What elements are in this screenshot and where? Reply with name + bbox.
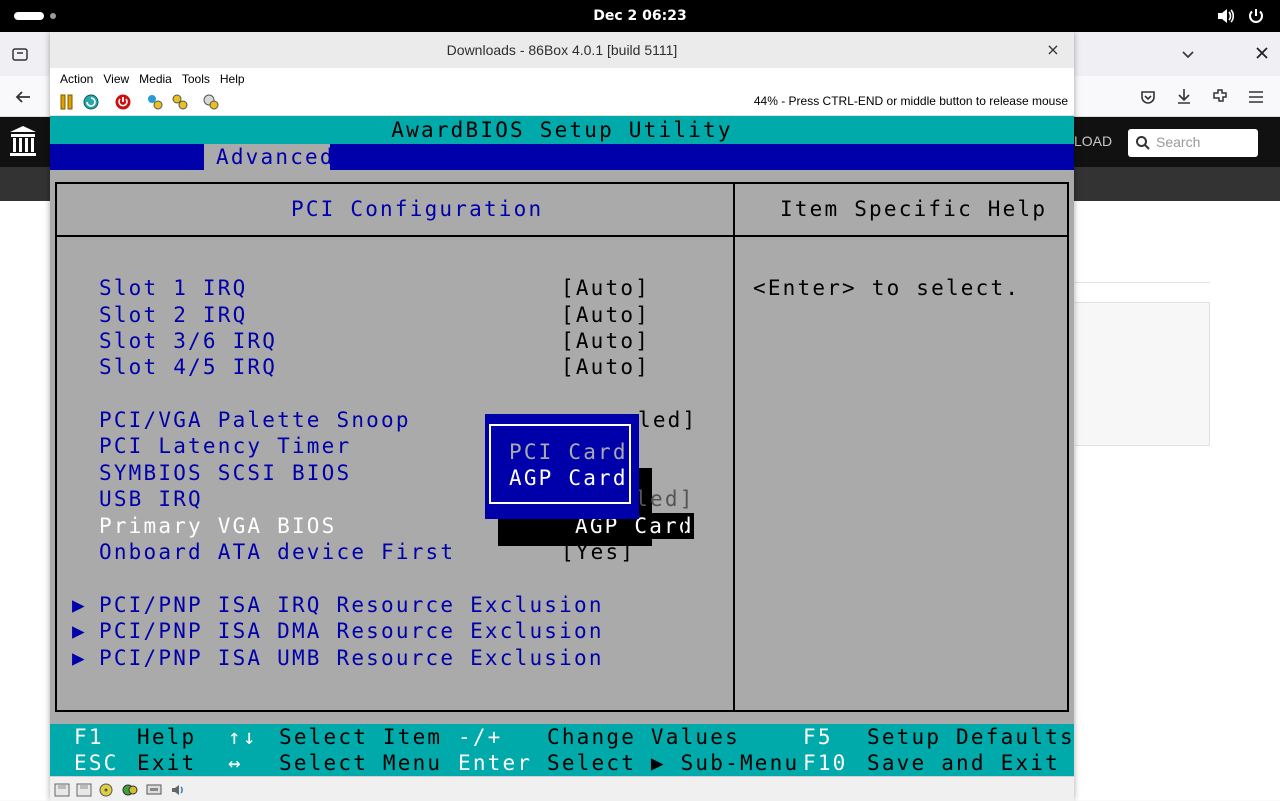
upload-link-fragment[interactable]: LOAD xyxy=(1074,133,1112,149)
item-symbios-scsi-bios[interactable]: SYMBIOS SCSI BIOS xyxy=(99,460,351,486)
menu-help[interactable]: Help xyxy=(220,69,245,89)
window-close-button[interactable]: × xyxy=(1040,37,1066,63)
submenu-umb-exclusion[interactable]: PCI/PNP ISA UMB Resource Exclusion xyxy=(99,645,604,671)
footer-desc-setup-defaults: Setup Defaults xyxy=(867,725,1074,749)
cdrom-icon[interactable] xyxy=(98,782,114,797)
hard-disk-icon[interactable] xyxy=(122,782,138,796)
menu-view[interactable]: View xyxy=(103,69,129,89)
power-off-icon[interactable] xyxy=(114,93,132,111)
item-vga-palette-snoop[interactable]: PCI/VGA Palette Snoop xyxy=(99,407,411,433)
back-arrow-icon[interactable] xyxy=(14,88,32,110)
value-vga-palette-snoop[interactable]: led] xyxy=(638,407,697,433)
value-slot2-irq[interactable]: [Auto] xyxy=(561,302,650,328)
chevron-down-icon[interactable] xyxy=(1180,46,1196,66)
footer-desc-select-menu: Select Menu xyxy=(279,751,443,775)
item-onboard-ata-first[interactable]: Onboard ATA device First xyxy=(99,539,455,565)
bios-tab-advanced-label: Advanced xyxy=(216,145,335,169)
submenu-marker-icon: ▶ xyxy=(72,619,87,643)
popup-option-agp-card[interactable]: AGP Card xyxy=(509,465,628,491)
86box-window: Downloads - 86Box 4.0.1 [build 5111] × A… xyxy=(50,32,1074,801)
tab-overview-icon[interactable] xyxy=(12,46,28,66)
footer-key-f5: F5 xyxy=(803,725,833,749)
value-slot1-irq[interactable]: [Auto] xyxy=(561,275,650,301)
ctrl-alt-del-icon[interactable] xyxy=(146,93,164,111)
downloads-icon[interactable] xyxy=(1175,87,1193,109)
footer-desc-save-exit: Save and Exit xyxy=(867,751,1060,775)
bios-header-rule xyxy=(55,235,1069,237)
item-pci-latency-timer[interactable]: PCI Latency Timer xyxy=(99,433,351,459)
menu-bar: Action View Media Tools Help xyxy=(50,68,1074,88)
floppy-drive-2-icon[interactable] xyxy=(76,782,92,797)
emulator-screen[interactable]: AwardBIOS Setup Utility Advanced PCI Con… xyxy=(50,116,1074,776)
volume-icon[interactable] xyxy=(1216,7,1236,29)
bios-panel-divider xyxy=(733,182,735,712)
reset-icon[interactable] xyxy=(82,93,100,111)
footer-desc-change-values: Change Values xyxy=(547,725,740,749)
item-slot36-irq[interactable]: Slot 3/6 IRQ xyxy=(99,328,277,354)
footer-key-leftright: ↔ xyxy=(228,751,243,775)
section-title: PCI Configuration xyxy=(291,197,544,221)
item-slot45-irq[interactable]: Slot 4/5 IRQ xyxy=(99,354,277,380)
footer-desc-exit: Exit xyxy=(137,751,197,775)
mouse-capture-status: 44% - Press CTRL-END or middle button to… xyxy=(753,94,1068,108)
value-slot45-irq[interactable]: [Auto] xyxy=(561,354,650,380)
menu-tools[interactable]: Tools xyxy=(182,69,210,89)
network-icon[interactable] xyxy=(146,782,162,796)
item-primary-vga-bios[interactable]: Primary VGA BIOS xyxy=(99,513,337,539)
window-titlebar[interactable]: Downloads - 86Box 4.0.1 [build 5111] × xyxy=(50,32,1074,69)
item-slot2-irq[interactable]: Slot 2 IRQ xyxy=(99,302,247,328)
clock[interactable]: Dec 2 06:23 xyxy=(0,0,1280,32)
footer-key-enter: Enter xyxy=(458,751,533,775)
submenu-marker-icon: ▶ xyxy=(72,593,87,617)
footer-key-minus-plus: -/+ xyxy=(458,725,503,749)
toolbar: 44% - Press CTRL-END or middle button to… xyxy=(50,88,1074,116)
power-icon[interactable] xyxy=(1247,7,1265,29)
divider xyxy=(1075,282,1210,283)
footer-desc-help: Help xyxy=(137,725,197,749)
emulator-status-bar xyxy=(50,776,1074,801)
search-placeholder: Search xyxy=(1156,134,1201,150)
bios-utility-title: AwardBIOS Setup Utility xyxy=(391,118,733,142)
pause-icon[interactable] xyxy=(58,93,76,111)
ctrl-alt-esc-icon[interactable] xyxy=(171,93,189,111)
site-search-input[interactable]: Search xyxy=(1128,129,1258,157)
menu-action[interactable]: Action xyxy=(60,69,93,89)
submenu-irq-exclusion[interactable]: PCI/PNP ISA IRQ Resource Exclusion xyxy=(99,592,604,618)
menu-media[interactable]: Media xyxy=(139,69,172,89)
floppy-drive-icon[interactable] xyxy=(54,782,70,797)
popup-option-pci-card[interactable]: PCI Card xyxy=(509,439,628,465)
help-title: Item Specific Help xyxy=(780,197,1048,221)
value-onboard-ata-first[interactable]: [Yes] xyxy=(561,539,635,565)
content-card xyxy=(1075,302,1210,446)
item-slot1-irq[interactable]: Slot 1 IRQ xyxy=(99,275,247,301)
top-bar: Dec 2 06:23 xyxy=(0,0,1280,32)
submenu-marker-icon: ▶ xyxy=(72,646,87,670)
extensions-icon[interactable] xyxy=(1211,87,1229,109)
sound-icon[interactable] xyxy=(170,782,186,796)
footer-key-f1: F1 xyxy=(74,725,104,749)
footer-key-f10: F10 xyxy=(803,751,848,775)
settings-icon[interactable] xyxy=(202,93,220,111)
help-text: <Enter> to select. xyxy=(753,276,1021,300)
close-icon[interactable] xyxy=(1254,45,1270,65)
footer-desc-select-item: Select Item xyxy=(279,725,443,749)
submenu-dma-exclusion[interactable]: PCI/PNP ISA DMA Resource Exclusion xyxy=(99,618,604,644)
option-popup: PCI Card AGP Card xyxy=(485,414,639,519)
search-icon xyxy=(1135,135,1151,155)
window-title: Downloads - 86Box 4.0.1 [build 5111] xyxy=(446,42,678,58)
footer-key-updown: ↑↓ xyxy=(228,725,258,749)
value-slot36-irq[interactable]: [Auto] xyxy=(561,328,650,354)
hamburger-menu-icon[interactable] xyxy=(1247,88,1265,110)
footer-desc-select-submenu: Select ▶ Sub-Menu xyxy=(547,751,800,775)
footer-key-esc: ESC xyxy=(74,751,119,775)
site-logo-icon[interactable] xyxy=(8,124,38,162)
pocket-icon[interactable] xyxy=(1139,88,1157,110)
item-usb-irq[interactable]: USB IRQ xyxy=(99,486,203,512)
value-bracket-right: ] xyxy=(677,514,692,538)
